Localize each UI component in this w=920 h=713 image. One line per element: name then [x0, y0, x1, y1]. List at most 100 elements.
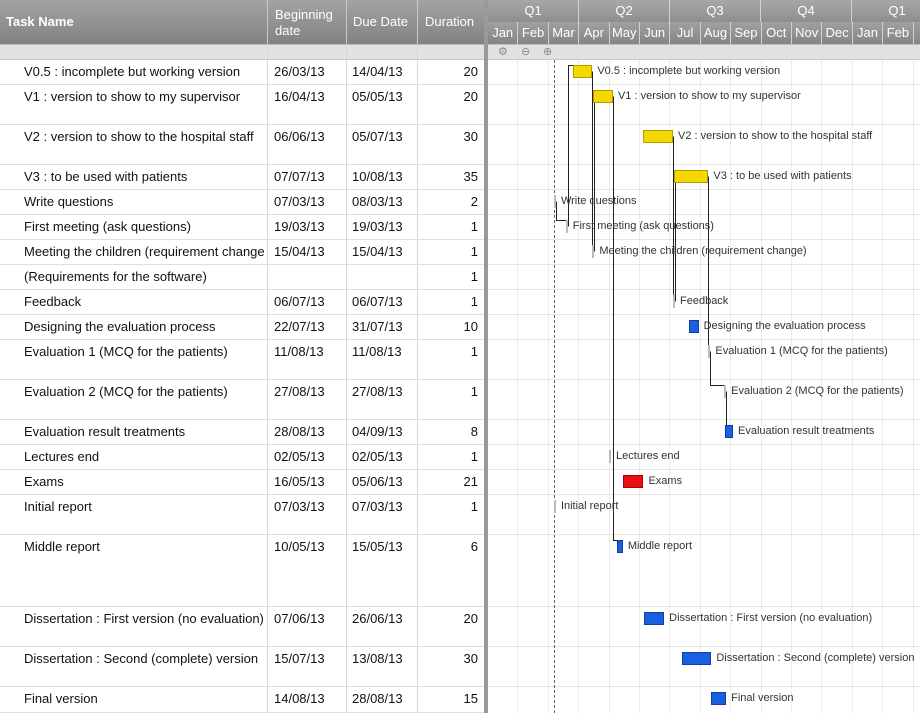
table-row[interactable]: First meeting (ask questions) 19/03/13 19/… — [0, 215, 484, 240]
table-row[interactable]: Write questions 07/03/13 08/03/13 2 — [0, 190, 484, 215]
column-title: Duration — [425, 14, 475, 29]
task-name-cell: Evaluation 1 (MCQ for the patients) — [24, 344, 228, 359]
column-title-line2: date — [275, 23, 301, 38]
column-title: Due Date — [353, 14, 408, 29]
begin-date-cell: 07/06/13 — [274, 611, 325, 626]
task-bar-label: Write questions — [560, 195, 637, 207]
duration-cell: 1 — [470, 219, 478, 234]
task-name-cell: (Requirements for the software) — [24, 269, 207, 284]
table-row[interactable]: V0.5 : incomplete but working version 26/… — [0, 60, 484, 85]
task-grid: Task Name Beginning date Due Date Durati… — [0, 0, 484, 713]
begin-date-cell: 10/05/13 — [274, 539, 325, 554]
table-row[interactable]: Lectures end 02/05/13 02/05/13 1 — [0, 445, 484, 470]
task-bar-label: Meeting the children (requirement change… — [599, 245, 807, 257]
task-bar[interactable] — [673, 170, 709, 183]
task-bar[interactable] — [572, 65, 593, 78]
task-bar[interactable] — [711, 692, 727, 705]
duration-cell: 2 — [470, 194, 478, 209]
task-bar-label: First meeting (ask questions) — [572, 220, 714, 232]
begin-date-cell: 06/06/13 — [274, 129, 325, 144]
table-row[interactable]: Meeting the children (requirement change… — [0, 240, 484, 265]
task-bar[interactable] — [724, 385, 727, 398]
column-header-duration[interactable]: Duration — [418, 0, 484, 44]
dependency-link — [613, 96, 618, 547]
table-row[interactable]: Initial report 07/03/13 07/03/13 1 — [0, 495, 484, 535]
task-name-cell: Write questions — [24, 194, 114, 209]
table-row[interactable]: Evaluation result treatments 28/08/13 04/0… — [0, 420, 484, 445]
gantt-chart: Q1 Q2 Q3 Q4 Q1 Jan Feb Mar Apr May Jun Jul Aug Sep Oc… — [488, 0, 920, 713]
task-bar[interactable] — [673, 295, 675, 308]
task-bar[interactable] — [609, 450, 612, 463]
begin-date-cell: 19/03/13 — [274, 219, 325, 234]
task-bar-label: V0.5 : incomplete but working version — [597, 65, 781, 77]
task-name-cell: Meeting the children (requirement change… — [24, 244, 264, 259]
task-bar[interactable] — [616, 540, 623, 553]
due-date-cell: 05/05/13 — [352, 89, 403, 104]
duration-cell: 8 — [470, 424, 478, 439]
begin-date-cell: 07/03/13 — [274, 194, 325, 209]
table-row[interactable]: Evaluation 2 (MCQ for the patients) 27/08… — [0, 380, 484, 420]
column-header-due-date[interactable]: Due Date — [347, 0, 418, 44]
task-name-cell: V3 : to be used with patients — [24, 169, 188, 184]
task-bar-label: V1 : version to show to my supervisor — [617, 90, 801, 102]
table-row[interactable]: Middle report 10/05/13 15/05/13 6 — [0, 535, 484, 607]
task-bar[interactable] — [681, 652, 712, 665]
duration-cell: 21 — [463, 474, 478, 489]
due-date-cell: 05/06/13 — [352, 474, 403, 489]
task-bar[interactable] — [725, 425, 733, 438]
task-name-cell: Evaluation result treatments — [24, 424, 186, 439]
table-row[interactable]: Final version 14/08/13 28/08/13 15 — [0, 687, 484, 713]
task-bar-label: Dissertation : Second (complete) version — [716, 652, 915, 664]
task-name-cell: Initial report — [24, 499, 92, 514]
table-row[interactable]: Designing the evaluation process 22/07/13… — [0, 315, 484, 340]
due-date-cell: 10/08/13 — [352, 169, 403, 184]
task-name-cell: First meeting (ask questions) — [24, 219, 191, 234]
due-date-cell: 27/08/13 — [352, 384, 403, 399]
column-title-line1: Beginning — [275, 7, 333, 22]
begin-date-cell: 02/05/13 — [274, 449, 325, 464]
begin-date-cell: 07/03/13 — [274, 499, 325, 514]
due-date-cell: 14/04/13 — [352, 64, 403, 79]
task-bar[interactable] — [688, 320, 699, 333]
duration-cell: 10 — [463, 319, 478, 334]
task-bar-label: Final version — [731, 692, 794, 704]
column-header-task-name[interactable]: Task Name — [0, 0, 268, 44]
table-row[interactable]: V2 : version to show to the hospital sta… — [0, 125, 484, 165]
task-name-cell: Exams — [24, 474, 64, 489]
task-bar[interactable] — [592, 245, 595, 258]
table-row[interactable]: Evaluation 1 (MCQ for the patients) 11/08… — [0, 340, 484, 380]
task-bar[interactable] — [708, 345, 711, 358]
table-row[interactable]: (Requirements for the software) 1 — [0, 265, 484, 290]
task-bar[interactable] — [565, 220, 568, 233]
duration-cell: 20 — [463, 89, 478, 104]
column-header-beginning-date[interactable]: Beginning date — [268, 0, 347, 44]
due-date-cell: 31/07/13 — [352, 319, 403, 334]
task-bar-label: Evaluation 2 (MCQ for the patients) — [731, 385, 904, 397]
duration-cell: 20 — [463, 611, 478, 626]
begin-date-cell: 14/08/13 — [274, 691, 325, 706]
table-row[interactable]: Exams 16/05/13 05/06/13 21 — [0, 470, 484, 495]
task-bar-label: Feedback — [680, 295, 729, 307]
due-date-cell: 28/08/13 — [352, 691, 403, 706]
duration-cell: 1 — [470, 384, 478, 399]
task-bar[interactable] — [643, 130, 673, 143]
task-name-cell: Dissertation : Second (complete) version — [24, 651, 259, 666]
task-bar[interactable] — [644, 612, 665, 625]
table-row[interactable]: Feedback 06/07/13 06/07/13 1 — [0, 290, 484, 315]
table-row[interactable]: V3 : to be used with patients 07/07/13 10/… — [0, 165, 484, 190]
due-date-cell: 19/03/13 — [352, 219, 403, 234]
due-date-cell: 02/05/13 — [352, 449, 403, 464]
duration-cell: 1 — [470, 499, 478, 514]
table-row[interactable]: V1 : version to show to my supervisor 16/… — [0, 85, 484, 125]
duration-cell: 1 — [470, 449, 478, 464]
table-row[interactable]: Dissertation : First version (no evaluat… — [0, 607, 484, 647]
begin-date-cell: 22/07/13 — [274, 319, 325, 334]
table-row[interactable]: Dissertation : Second (complete) version… — [0, 647, 484, 687]
task-bar[interactable] — [622, 475, 644, 488]
due-date-cell: 13/08/13 — [352, 651, 403, 666]
task-name-cell: Dissertation : First version (no evaluat… — [24, 611, 264, 626]
task-bar[interactable] — [593, 90, 613, 103]
task-bar[interactable] — [553, 195, 556, 208]
duration-cell: 20 — [463, 64, 478, 79]
task-bar[interactable] — [553, 500, 556, 513]
